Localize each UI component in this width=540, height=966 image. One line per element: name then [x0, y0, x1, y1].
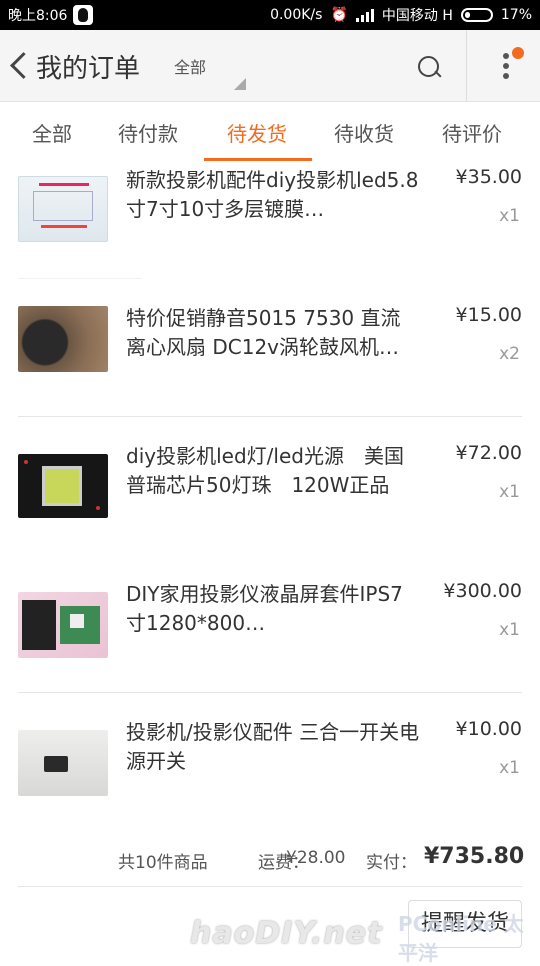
signal-icon [355, 8, 374, 22]
product-name: 特价促销静音5015 7530 直流离心风扇 DC12v涡轮鼓风机… [126, 306, 401, 359]
item-count: 共10件商品 [118, 853, 208, 873]
product-thumbnail [18, 592, 108, 658]
order-filter-dropdown[interactable]: 全部 [174, 54, 248, 98]
product-quantity: x2 [499, 344, 520, 364]
header-divider [466, 30, 467, 102]
back-icon[interactable] [8, 50, 32, 82]
product-name: 投影机/投影仪配件 三合一开关电源开关 [126, 720, 420, 773]
qq-icon [73, 5, 94, 25]
dropdown-corner-icon [234, 78, 246, 90]
page-title: 我的订单 [36, 54, 141, 84]
product-thumbnail [18, 176, 108, 242]
site-watermark-pconline: PConline 太平洋 [398, 912, 524, 965]
product-quantity: x1 [499, 758, 520, 778]
status-bar: 晚上8:06 0.00K/s ⏰ 中国移动 H 17% [0, 0, 540, 30]
order-summary: 共10件商品 运费： ¥28.00 实付： ¥735.80 [0, 840, 540, 880]
tab-pending-shipment[interactable]: 待发货 [227, 118, 287, 147]
item-divider [18, 416, 522, 417]
product-price: ¥72.00 [455, 442, 522, 464]
product-quantity: x1 [499, 482, 520, 502]
product-name: DIY家用投影仪液晶屏套件IPS7寸1280*800… [126, 582, 403, 635]
product-thumbnail [18, 454, 108, 518]
item-divider [18, 278, 142, 279]
app-header: 我的订单 全部 [0, 30, 540, 102]
total-paid: ¥735.80 [424, 844, 525, 869]
more-vertical-icon[interactable] [496, 47, 524, 84]
order-item[interactable]: 投影机/投影仪配件 三合一开关电源开关 ¥10.00 x1 [0, 712, 540, 850]
tab-pending-review[interactable]: 待评价 [442, 118, 502, 147]
item-divider [18, 692, 522, 693]
tab-pending-payment[interactable]: 待付款 [118, 118, 178, 147]
site-watermark: haoDIY.net [190, 916, 383, 951]
product-price: ¥300.00 [443, 580, 522, 602]
product-quantity: x1 [499, 206, 520, 226]
alarm-icon: ⏰ [330, 7, 348, 23]
order-item[interactable]: 新款投影机配件diy投影机led5.8寸7寸10寸多层镀膜… ¥35.00 x1 [0, 160, 540, 298]
order-item[interactable]: 特价促销静音5015 7530 直流离心风扇 DC12v涡轮鼓风机… ¥15.0… [0, 298, 540, 436]
tab-all[interactable]: 全部 [32, 118, 72, 147]
product-name: diy投影机led灯/led光源 美国普瑞芯片50灯珠 120W正品 [126, 444, 404, 497]
notification-badge [512, 47, 524, 59]
shipping-fee: ¥28.00 [286, 848, 346, 868]
order-status-tabs: 全部 待付款 待发货 待收货 待评价 [0, 102, 540, 161]
product-quantity: x1 [499, 620, 520, 640]
product-price: ¥10.00 [455, 718, 522, 740]
network-speed: 0.00K/s [270, 7, 323, 23]
tab-pending-receipt[interactable]: 待收货 [334, 118, 394, 147]
summary-divider [18, 886, 522, 887]
battery-percent: 17% [500, 7, 532, 23]
filter-label: 全部 [174, 58, 207, 77]
battery-icon [460, 8, 493, 22]
product-price: ¥35.00 [455, 166, 522, 188]
order-item[interactable]: diy投影机led灯/led光源 美国普瑞芯片50灯珠 120W正品 ¥72.0… [0, 436, 540, 574]
product-price: ¥15.00 [455, 304, 522, 326]
carrier-label: 中国移动 H [381, 8, 453, 24]
paid-label: 实付： [366, 853, 417, 873]
product-thumbnail [18, 306, 108, 372]
search-icon[interactable] [416, 54, 444, 82]
product-thumbnail [18, 730, 108, 796]
product-name: 新款投影机配件diy投影机led5.8寸7寸10寸多层镀膜… [126, 168, 419, 221]
order-item[interactable]: DIY家用投影仪液晶屏套件IPS7寸1280*800… ¥300.00 x1 [0, 574, 540, 712]
status-time: 晚上8:06 [8, 8, 68, 24]
